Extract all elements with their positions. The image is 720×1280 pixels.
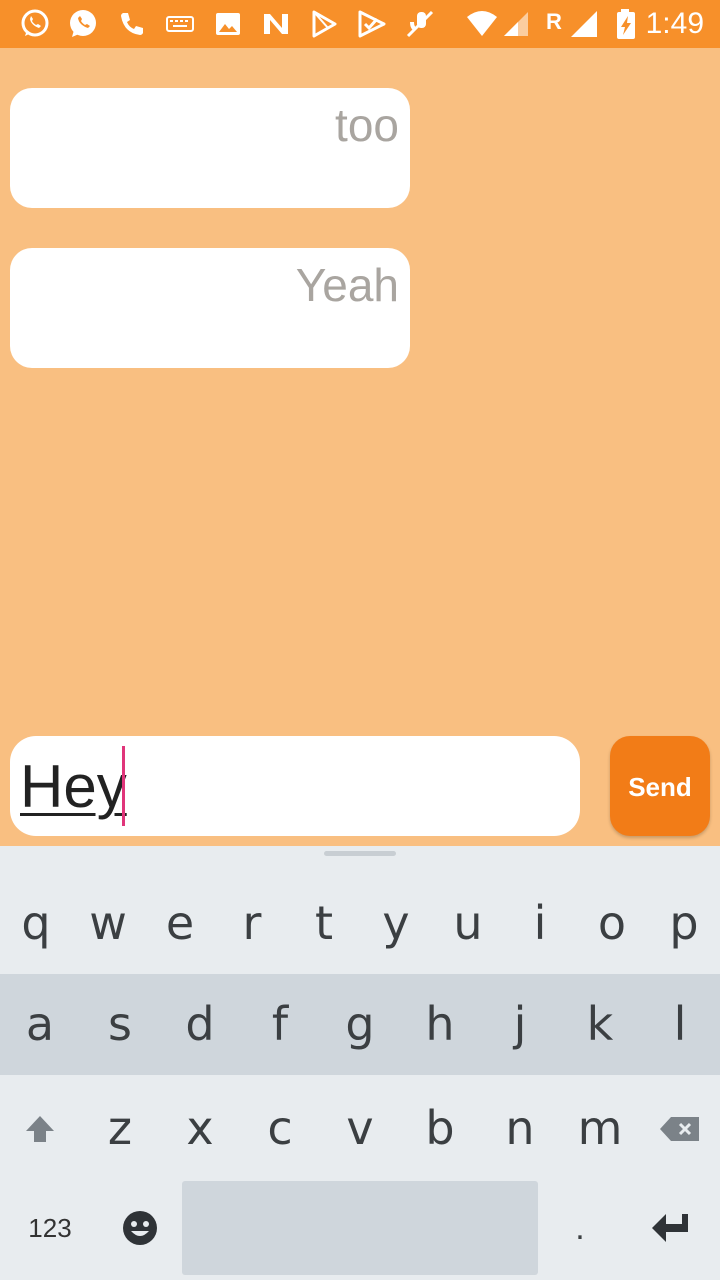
text-caret: [122, 746, 125, 826]
emoji-key-icon[interactable]: [100, 1181, 180, 1275]
key-v[interactable]: v: [320, 1078, 400, 1179]
key-u[interactable]: u: [428, 873, 508, 974]
key-c[interactable]: c: [240, 1078, 320, 1179]
key-a[interactable]: a: [0, 974, 80, 1075]
key-p[interactable]: p: [644, 873, 720, 974]
keyboard-row-1: q w e r t y u i o p: [0, 873, 720, 974]
soft-keyboard: q w e r t y u i o p a s d f g h j k l z …: [0, 846, 720, 1280]
period-key[interactable]: .: [540, 1181, 620, 1275]
key-s[interactable]: s: [80, 974, 160, 1075]
status-bar: R 1:49: [0, 0, 720, 48]
message-text: too: [335, 99, 399, 151]
message-bubble[interactable]: too: [10, 88, 410, 208]
key-r[interactable]: r: [212, 873, 292, 974]
key-b[interactable]: b: [400, 1078, 480, 1179]
key-d[interactable]: d: [160, 974, 240, 1075]
key-j[interactable]: j: [480, 974, 560, 1075]
shift-key-icon[interactable]: [0, 1078, 80, 1179]
signal-icon: [568, 8, 600, 40]
space-key[interactable]: [182, 1181, 538, 1275]
whatsapp-icon: [19, 8, 51, 40]
key-h[interactable]: h: [400, 974, 480, 1075]
key-e[interactable]: e: [140, 873, 220, 974]
image-icon: [212, 8, 244, 40]
key-x[interactable]: x: [160, 1078, 240, 1179]
key-n[interactable]: n: [480, 1078, 560, 1179]
key-f[interactable]: f: [240, 974, 320, 1075]
battery-charging-icon: [610, 8, 642, 40]
numbers-key[interactable]: 123: [10, 1181, 90, 1275]
keyboard-handle[interactable]: [324, 851, 396, 856]
message-bubble[interactable]: Yeah: [10, 248, 410, 368]
key-l[interactable]: l: [640, 974, 720, 1075]
signal-icon: [500, 8, 532, 40]
key-y[interactable]: y: [356, 873, 436, 974]
play-store-icon: [308, 8, 340, 40]
message-input-value: Hey: [20, 753, 127, 820]
whatsapp-icon: [67, 8, 99, 40]
key-z[interactable]: z: [80, 1078, 160, 1179]
key-m[interactable]: m: [560, 1078, 640, 1179]
check-icon: [356, 8, 388, 40]
phone-icon: [116, 8, 148, 40]
key-o[interactable]: o: [572, 873, 652, 974]
no-mic-icon: [404, 8, 436, 40]
message-text: Yeah: [295, 259, 399, 311]
key-i[interactable]: i: [500, 873, 580, 974]
key-t[interactable]: t: [284, 873, 364, 974]
key-k[interactable]: k: [560, 974, 640, 1075]
roaming-indicator: R: [546, 9, 562, 34]
send-button[interactable]: Send: [610, 736, 710, 836]
keyboard-row-2: a s d f g h j k l: [0, 974, 720, 1075]
clock: 1:49: [645, 7, 704, 40]
backspace-key-icon[interactable]: [640, 1078, 720, 1179]
key-q[interactable]: q: [0, 873, 76, 974]
keyboard-icon: [164, 8, 196, 40]
enter-key-icon[interactable]: [630, 1181, 710, 1275]
key-g[interactable]: g: [320, 974, 400, 1075]
wifi-icon: [466, 8, 498, 40]
message-input[interactable]: Hey: [10, 736, 580, 836]
key-w[interactable]: w: [68, 873, 148, 974]
keyboard-row-3: z x c v b n m: [0, 1078, 720, 1179]
n-logo-icon: [260, 8, 292, 40]
